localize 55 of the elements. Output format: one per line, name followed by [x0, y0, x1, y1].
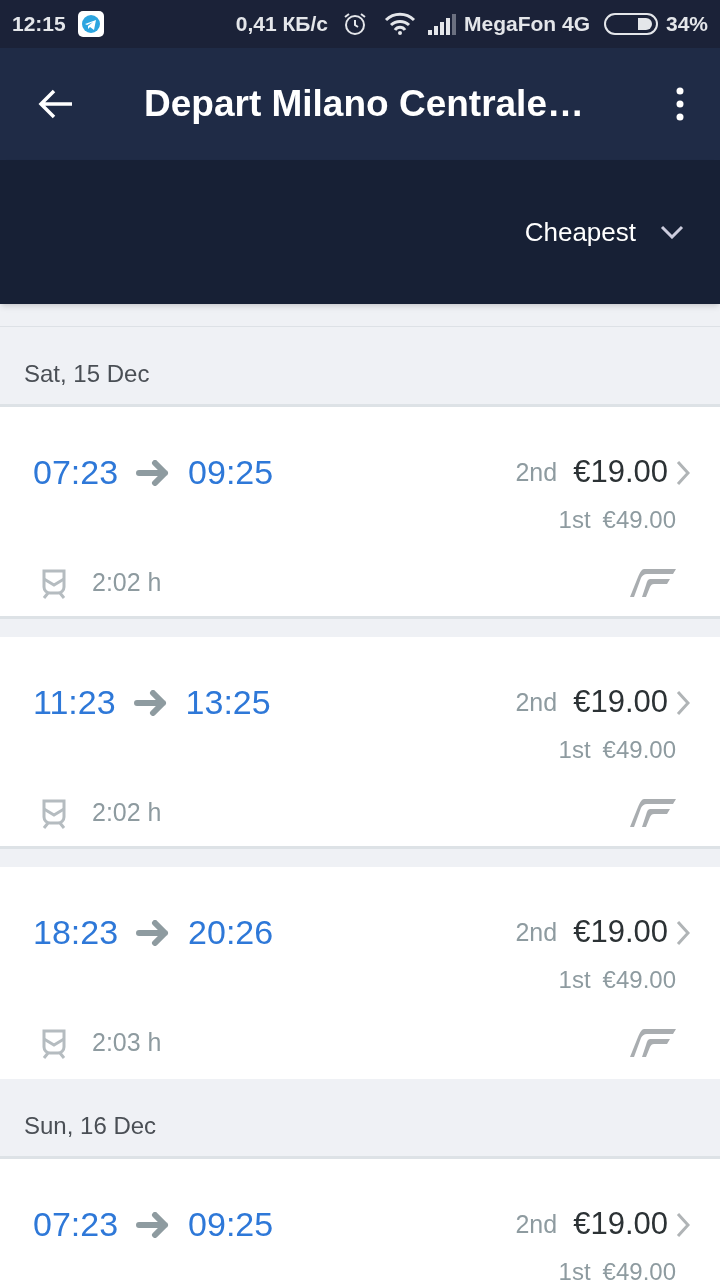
arrival-time: 09:25 — [188, 452, 274, 493]
chevron-right-icon — [676, 919, 690, 946]
messenger-icon — [77, 11, 104, 37]
trip-card[interactable]: 18:23 20:26 2nd €19.00 1st €49.00 2:03 h — [0, 867, 720, 1079]
departure-time: 07:23 — [33, 1204, 119, 1245]
arrival-time: 09:25 — [188, 1204, 274, 1245]
trip-card[interactable]: 07:23 09:25 2nd €19.00 1st €49.00 2:02 h — [0, 407, 720, 619]
price: €19.00 — [573, 1205, 668, 1244]
price: €19.00 — [573, 453, 668, 492]
price: €19.00 — [573, 683, 668, 722]
trip-duration: 2:03 h — [92, 1027, 162, 1058]
price: €49.00 — [602, 505, 676, 535]
network-speed: 0,41 КБ/с — [235, 11, 328, 38]
trip-card[interactable]: 11:23 13:25 2nd €19.00 1st €49.00 2:02 h — [0, 637, 720, 849]
arrival-time: 13:25 — [185, 682, 271, 723]
class-label: 2nd — [515, 456, 558, 488]
clock-time: 12:15 — [12, 11, 66, 38]
right-arrow-icon — [133, 689, 168, 716]
price: €19.00 — [573, 913, 668, 952]
screen-title: Depart Milano Centrale… — [144, 82, 584, 127]
departure-time: 18:23 — [33, 912, 119, 953]
battery-percent: 34% — [665, 11, 708, 38]
class-label: 1st — [558, 735, 591, 765]
rail-logo-icon — [630, 1026, 676, 1059]
chevron-down-icon — [660, 225, 684, 239]
rail-logo-icon — [630, 796, 676, 829]
right-arrow-icon — [136, 1211, 171, 1238]
price: €49.00 — [602, 965, 676, 995]
class-label: 2nd — [515, 1208, 558, 1240]
trip-card[interactable]: 07:23 09:25 2nd €19.00 1st €49.00 — [0, 1159, 720, 1280]
battery-icon — [603, 13, 658, 35]
trip-duration: 2:02 h — [92, 567, 162, 598]
chevron-right-icon — [676, 689, 690, 716]
trip-duration: 2:02 h — [92, 797, 162, 828]
arrival-time: 20:26 — [188, 912, 274, 953]
price: €49.00 — [602, 735, 676, 765]
carrier-name: MegaFon 4G — [463, 11, 590, 38]
wifi-icon — [383, 12, 416, 36]
signal-icon — [427, 13, 456, 35]
chevron-right-icon — [676, 459, 690, 486]
date-header: Sun, 16 Dec — [24, 1111, 157, 1141]
class-label: 1st — [558, 1257, 591, 1280]
class-label: 1st — [558, 505, 591, 535]
right-arrow-icon — [136, 459, 171, 486]
class-label: 1st — [558, 965, 591, 995]
departure-time: 07:23 — [33, 452, 119, 493]
class-label: 2nd — [515, 686, 558, 718]
chevron-right-icon — [676, 1211, 690, 1238]
sort-dropdown[interactable]: Cheapest — [524, 212, 684, 252]
right-arrow-icon — [136, 919, 171, 946]
rail-logo-icon — [630, 566, 676, 599]
departure-time: 11:23 — [33, 682, 116, 723]
class-label: 2nd — [515, 916, 558, 948]
date-header: Sat, 15 Dec — [24, 359, 150, 389]
price: €49.00 — [602, 1257, 676, 1280]
